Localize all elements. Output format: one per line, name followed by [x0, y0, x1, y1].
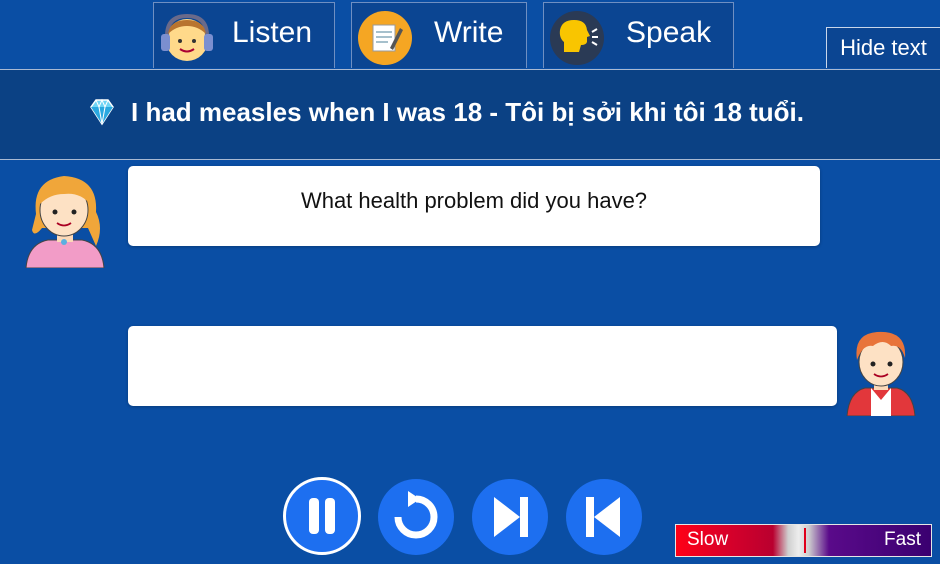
tab-listen[interactable]: Listen	[153, 2, 335, 68]
skip-next-icon	[494, 497, 528, 537]
skip-previous-button[interactable]	[566, 479, 642, 555]
question-bubble: What health problem did you have?	[128, 166, 820, 246]
notepad-pencil-icon	[358, 11, 412, 65]
tab-speak-label: Speak	[626, 16, 712, 49]
tab-write[interactable]: Write	[351, 2, 527, 68]
headphones-child-icon	[161, 13, 213, 61]
girl-avatar-icon	[25, 176, 105, 268]
pause-button[interactable]	[283, 477, 361, 555]
sentence-bar: I had measles when I was 18 - Tôi bị sởi…	[0, 69, 940, 160]
speed-slow-label: Slow	[687, 529, 729, 550]
replay-button[interactable]	[378, 479, 454, 555]
answer-bubble	[128, 326, 837, 406]
speaking-head-icon	[550, 11, 604, 65]
replay-icon	[394, 491, 438, 539]
diamond-icon	[90, 98, 114, 126]
sentence-text: I had measles when I was 18 - Tôi bị sởi…	[131, 97, 804, 127]
tab-speak[interactable]: Speak	[543, 2, 734, 68]
tab-listen-label: Listen	[232, 16, 313, 49]
boy-avatar-icon	[846, 331, 916, 416]
skip-previous-icon	[586, 497, 620, 537]
speed-fast-label: Fast	[884, 529, 921, 550]
speed-slider-handle[interactable]	[804, 528, 806, 553]
skip-next-button[interactable]	[472, 479, 548, 555]
speed-slider[interactable]: Slow Fast	[675, 524, 932, 557]
tab-write-label: Write	[434, 16, 504, 49]
question-text: What health problem did you have?	[300, 188, 648, 213]
hide-text-button[interactable]: Hide text	[826, 27, 940, 68]
pause-icon	[309, 498, 335, 534]
